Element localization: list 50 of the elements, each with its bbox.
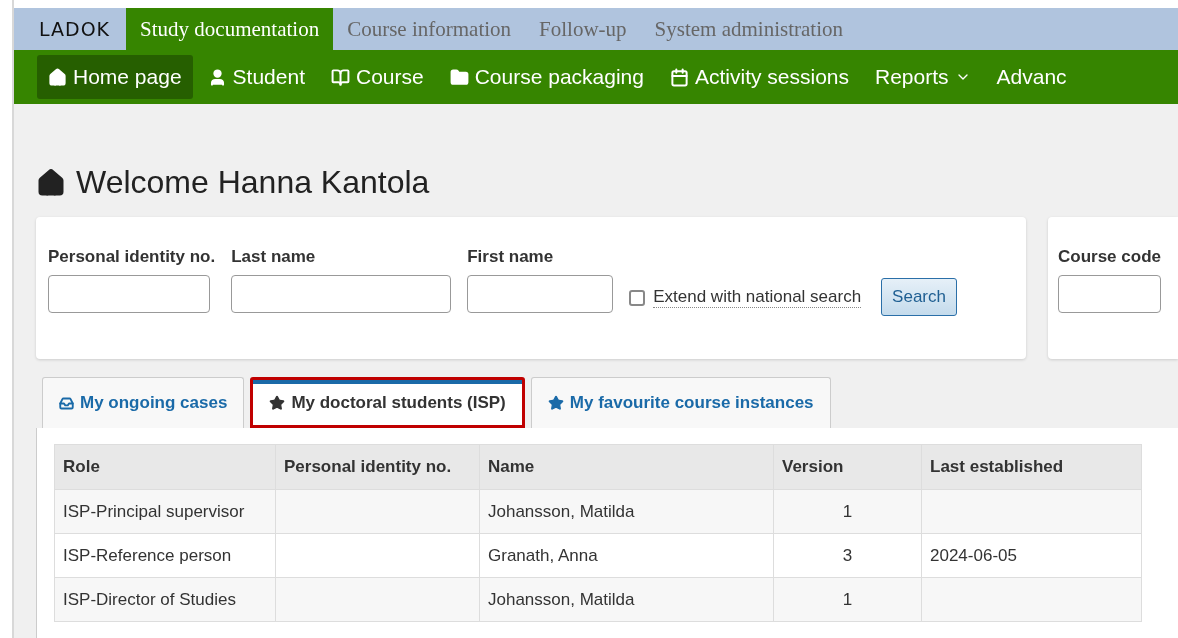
table-cell: Johansson, Matilda <box>479 577 774 622</box>
section-tab[interactable]: System administration <box>640 8 857 50</box>
input-field[interactable] <box>1058 275 1161 313</box>
nav-item[interactable]: Activity sessions <box>658 55 860 99</box>
tab[interactable]: My favourite course instances <box>530 377 831 428</box>
field-label: Personal identity no. <box>48 247 216 267</box>
input-field[interactable] <box>231 275 452 313</box>
tab[interactable]: My doctoral students (ISP) <box>250 377 525 428</box>
input-field[interactable] <box>48 275 210 313</box>
table-cell: ISP-Principal supervisor <box>54 489 276 534</box>
table-cell: Granath, Anna <box>479 533 774 578</box>
table-cell: 2024-06-05 <box>921 533 1142 578</box>
field-label: First name <box>467 247 555 267</box>
star-icon <box>269 394 286 411</box>
home-icon <box>36 167 66 198</box>
nav-item[interactable]: Course <box>320 55 435 99</box>
star-icon <box>547 395 564 411</box>
calendar-icon <box>669 67 689 87</box>
table-cell: 1 <box>773 577 922 622</box>
column-header: Personal identity no. <box>275 444 480 490</box>
inbox-icon <box>59 395 74 411</box>
table-cell: 1 <box>773 489 922 534</box>
book-icon <box>331 67 350 87</box>
section-tab[interactable]: Follow-up <box>525 8 641 50</box>
checkbox-label: Extend with national search <box>653 287 862 308</box>
table-cell: ISP-Reference person <box>54 533 276 578</box>
nav-item[interactable]: Reports <box>864 55 982 99</box>
folder-icon <box>449 67 469 87</box>
home-icon <box>48 67 67 87</box>
table-cell: 3 <box>773 533 922 578</box>
nav-item[interactable]: Student <box>196 55 316 99</box>
field-label: Last name <box>231 247 317 267</box>
table-cell: ISP-Director of Studies <box>54 577 276 622</box>
nav-item[interactable]: Course packaging <box>438 55 655 99</box>
section-tab[interactable]: Course information <box>333 8 526 50</box>
search-button[interactable]: Search <box>881 278 957 316</box>
column-header: Name <box>479 444 774 490</box>
ladok-logo[interactable]: LADOK <box>36 8 127 50</box>
nav-item[interactable]: Advanc <box>985 55 1078 99</box>
table-cell: Johansson, Matilda <box>479 489 774 534</box>
welcome-text: Welcome Hanna Kantola <box>76 164 430 201</box>
nav-item[interactable]: Home page <box>37 55 193 99</box>
column-header: Role <box>54 444 276 490</box>
checkbox[interactable] <box>629 289 646 306</box>
input-field[interactable] <box>467 275 614 313</box>
section-tab[interactable]: Study documentation <box>126 8 334 50</box>
column-header: Last established <box>921 444 1142 490</box>
field-label: Course code <box>1058 247 1161 267</box>
column-header: Version <box>773 444 922 490</box>
tab[interactable]: My ongoing cases <box>42 377 245 428</box>
